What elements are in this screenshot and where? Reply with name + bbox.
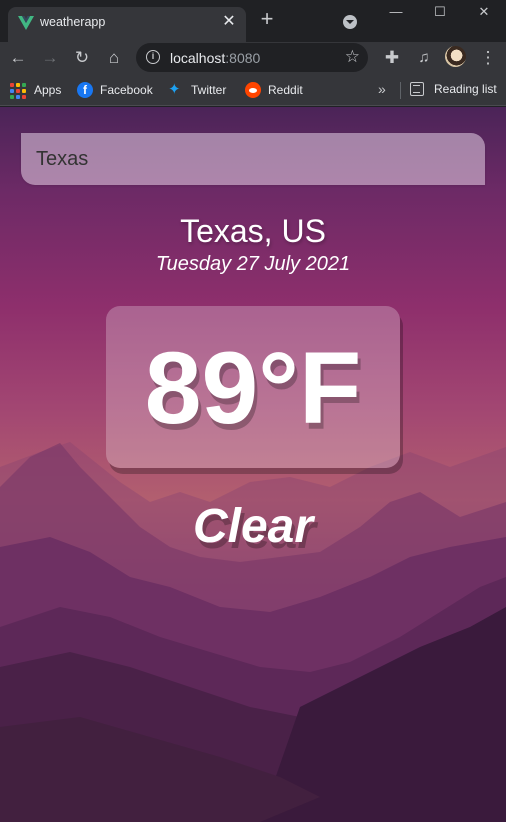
more-bookmarks-icon[interactable]: » — [378, 81, 386, 97]
home-icon[interactable]: ⌂ — [102, 46, 126, 70]
bookmark-facebook[interactable]: f Facebook — [77, 82, 153, 98]
browser-tab-strip: weatherapp ✕ + — ☐ ✕ — [0, 0, 506, 42]
bookmarks-bar: Apps f Facebook ✦ Twitter Reddit » Reading… — [0, 74, 506, 106]
vue-logo-icon — [18, 16, 34, 30]
twitter-icon: ✦ — [168, 81, 181, 98]
reading-list-icon[interactable] — [410, 82, 424, 96]
profile-avatar[interactable] — [445, 46, 466, 67]
back-arrow-icon[interactable]: ← — [6, 46, 30, 70]
new-tab-icon[interactable]: + — [256, 8, 278, 30]
bookmark-label: Reddit — [268, 83, 303, 97]
location-name: Texas, US — [180, 213, 326, 249]
browser-tab[interactable]: weatherapp ✕ — [8, 7, 246, 42]
browser-toolbar: ← → ↻ ⌂ i localhost:8080 ☆ ✚ ♫ ⋮ — [0, 42, 506, 74]
current-date: Tuesday 27 July 2021 — [155, 253, 351, 275]
address-port: :8080 — [225, 50, 261, 66]
forward-arrow-icon[interactable]: → — [38, 46, 62, 70]
weather-condition: Clear — [192, 500, 314, 553]
tab-search-icon[interactable] — [343, 15, 357, 29]
address-url[interactable]: localhost:8080 — [170, 50, 260, 66]
bookmark-label: Twitter — [191, 83, 227, 97]
bookmark-label: Apps — [34, 83, 62, 97]
reading-list-label[interactable]: Reading list — [434, 82, 497, 96]
bookmarks-divider — [400, 82, 401, 99]
minimize-icon[interactable]: — — [374, 0, 418, 28]
address-bar[interactable]: i localhost:8080 ☆ — [136, 43, 368, 72]
tab-title: weatherapp — [40, 15, 106, 29]
tab-close-icon[interactable]: ✕ — [220, 13, 238, 31]
bookmark-twitter[interactable]: ✦ Twitter — [168, 82, 226, 98]
temperature-card: 89°F — [106, 306, 400, 468]
apps-grid-icon — [10, 83, 26, 99]
temperature-value: 89°F — [144, 331, 362, 445]
window-close-icon[interactable]: ✕ — [462, 0, 506, 28]
address-host: localhost — [170, 50, 226, 66]
extensions-puzzle-icon[interactable]: ✚ — [380, 46, 404, 70]
bookmark-reddit[interactable]: Reddit — [245, 82, 303, 98]
media-queue-icon[interactable]: ♫ — [412, 46, 436, 70]
bookmark-label: Facebook — [100, 83, 153, 97]
bookmark-star-icon[interactable]: ☆ — [345, 47, 360, 67]
reload-icon[interactable]: ↻ — [70, 46, 94, 70]
menu-kebab-icon[interactable]: ⋮ — [476, 46, 500, 70]
weather-app: Texas, US Tuesday 27 July 2021 89°F Clea… — [0, 107, 506, 822]
search-input[interactable] — [21, 133, 485, 185]
facebook-icon: f — [77, 82, 93, 98]
maximize-icon[interactable]: ☐ — [418, 0, 462, 28]
site-info-icon[interactable]: i — [146, 50, 160, 64]
bookmark-apps[interactable]: Apps — [10, 82, 62, 99]
reddit-icon — [245, 82, 261, 98]
